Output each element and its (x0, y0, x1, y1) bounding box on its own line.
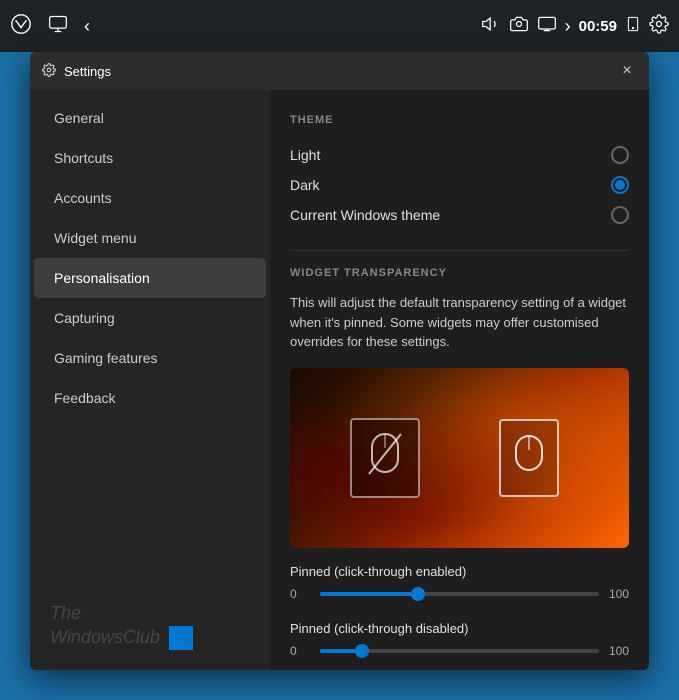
slider-enabled-max: 100 (609, 587, 629, 601)
window-title: Settings (64, 64, 111, 79)
taskbar: ‹ › 00:59 (0, 0, 679, 52)
divider (290, 250, 629, 251)
close-button[interactable]: × (617, 61, 637, 81)
settings-taskbar-icon[interactable] (649, 14, 669, 39)
slider-enabled-row: 0 100 (290, 587, 629, 601)
watermark: The WindowsClub (50, 602, 193, 650)
slider-enabled-fill (320, 592, 418, 596)
theme-dark-label: Dark (290, 177, 320, 193)
sidebar-item-capturing[interactable]: Capturing (34, 298, 266, 338)
theme-light-label: Light (290, 147, 320, 163)
settings-body: General Shortcuts Accounts Widget menu P… (30, 90, 649, 670)
xbox-icon[interactable] (10, 13, 32, 40)
mouse-slash-panel (350, 418, 420, 498)
sidebar-item-feedback[interactable]: Feedback (34, 378, 266, 418)
theme-light-radio[interactable] (611, 146, 629, 164)
theme-radio-group: Light Dark Current Windows theme (290, 140, 629, 230)
preview-background (290, 368, 629, 548)
slider-disabled-row: 0 100 (290, 644, 629, 658)
mouse-slash-icon (367, 432, 403, 484)
taskbar-left: ‹ (10, 13, 90, 40)
capture-icon[interactable] (509, 14, 529, 39)
mouse-icon (514, 434, 544, 481)
transparency-section-label: WIDGET TRANSPARENCY (290, 267, 629, 279)
slider-pinned-disabled: Pinned (click-through disabled) 0 100 (290, 621, 629, 658)
theme-windows-item[interactable]: Current Windows theme (290, 200, 629, 230)
slider-enabled-label: Pinned (click-through enabled) (290, 564, 629, 579)
taskbar-center: › 00:59 (481, 14, 669, 39)
windows-club-logo (169, 626, 193, 650)
settings-gear-icon (42, 63, 56, 80)
broadcast-icon[interactable] (48, 14, 68, 39)
slider-disabled-max: 100 (609, 644, 629, 658)
mouse-active-panel (499, 419, 559, 497)
sidebar: General Shortcuts Accounts Widget menu P… (30, 90, 270, 670)
slider-disabled-track[interactable] (320, 649, 599, 653)
slider-enabled-thumb[interactable] (411, 587, 425, 601)
theme-section-label: THEME (290, 114, 629, 126)
preview-container (290, 368, 629, 548)
clock: 00:59 (579, 18, 617, 35)
sidebar-item-accounts[interactable]: Accounts (34, 178, 266, 218)
watermark-line2: WindowsClub (50, 627, 160, 647)
sidebar-item-shortcuts[interactable]: Shortcuts (34, 138, 266, 178)
volume-icon[interactable] (481, 14, 501, 39)
theme-light-item[interactable]: Light (290, 140, 629, 170)
forward-icon[interactable]: › (565, 16, 571, 37)
theme-windows-label: Current Windows theme (290, 207, 440, 223)
slider-disabled-min: 0 (290, 644, 310, 658)
settings-window: Settings × General Shortcuts Accounts Wi… (30, 52, 649, 670)
title-bar: Settings × (30, 52, 649, 90)
slider-disabled-label: Pinned (click-through disabled) (290, 621, 629, 636)
theme-dark-item[interactable]: Dark (290, 170, 629, 200)
sidebar-item-widget-menu[interactable]: Widget menu (34, 218, 266, 258)
main-content: THEME Light Dark Current Windows theme W… (270, 90, 649, 670)
theme-dark-radio[interactable] (611, 176, 629, 194)
back-icon[interactable]: ‹ (84, 16, 90, 37)
transparency-description: This will adjust the default transparenc… (290, 293, 629, 352)
sidebar-item-general[interactable]: General (34, 98, 266, 138)
watermark-line1: The (50, 602, 193, 625)
sidebar-item-gaming-features[interactable]: Gaming features (34, 338, 266, 378)
slider-enabled-track[interactable] (320, 592, 599, 596)
slider-disabled-thumb[interactable] (355, 644, 369, 658)
mobile-icon[interactable] (625, 14, 641, 39)
title-bar-left: Settings (42, 63, 111, 80)
theme-windows-radio[interactable] (611, 206, 629, 224)
screen-icon[interactable] (537, 14, 557, 39)
sidebar-item-personalisation[interactable]: Personalisation (34, 258, 266, 298)
slider-enabled-min: 0 (290, 587, 310, 601)
slider-pinned-enabled: Pinned (click-through enabled) 0 100 (290, 564, 629, 601)
